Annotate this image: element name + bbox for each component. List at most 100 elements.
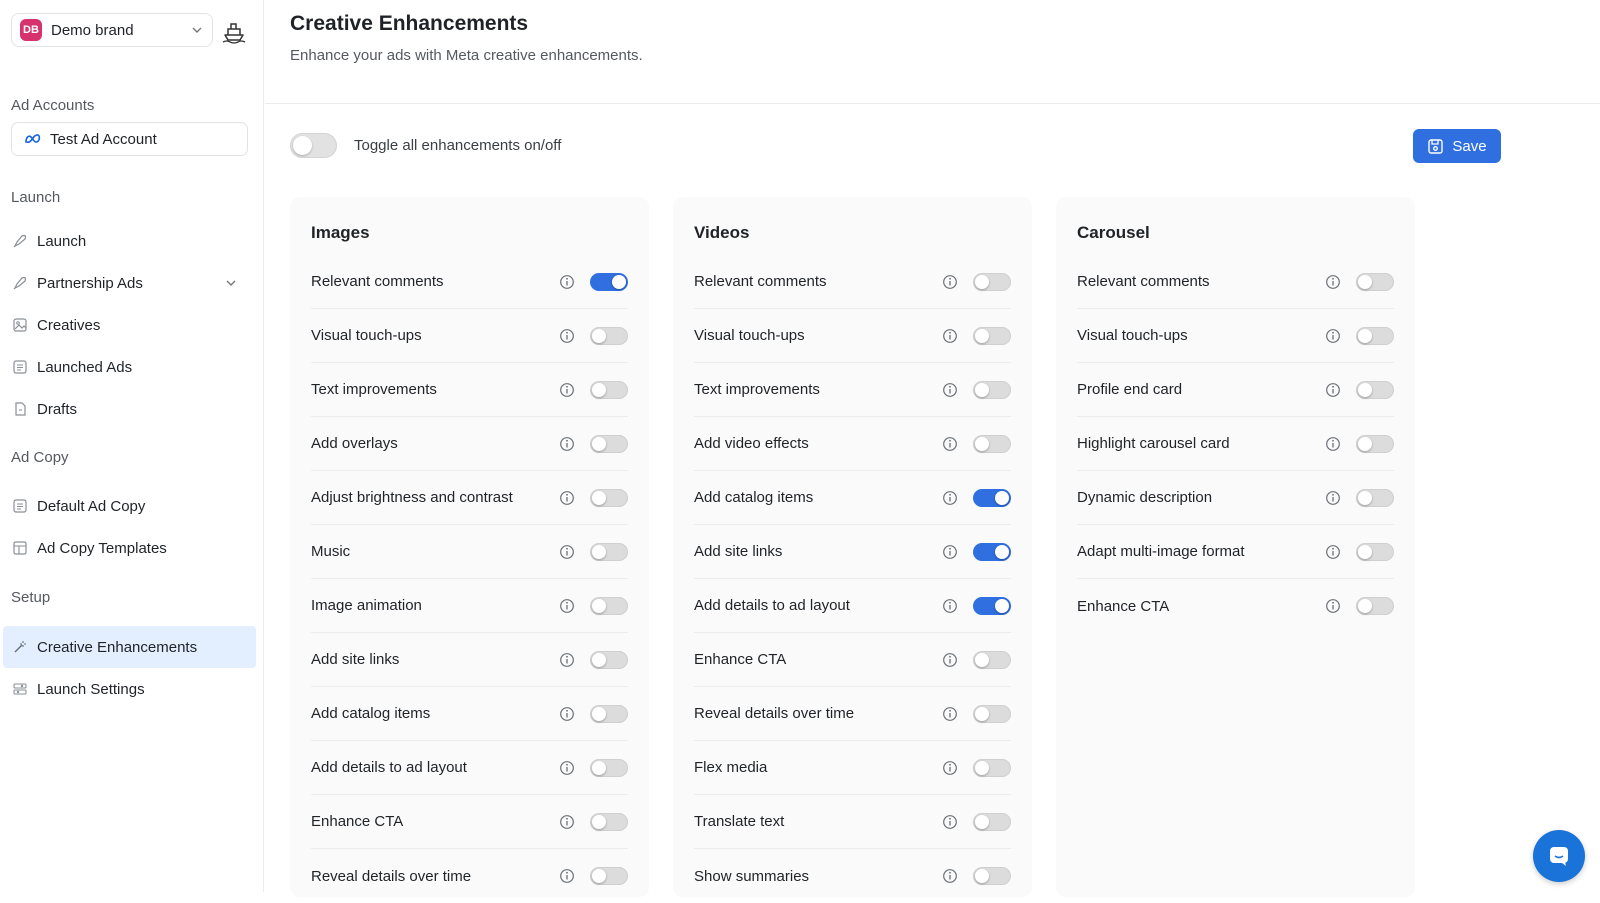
enhancement-toggle[interactable] <box>590 488 628 507</box>
switch-knob <box>975 814 989 829</box>
enhancement-toggle[interactable] <box>973 488 1011 507</box>
enhancement-toggle[interactable] <box>973 596 1011 615</box>
sidebar-item-launched-ads[interactable]: Launched Ads <box>3 346 256 388</box>
enhancement-row-add-site-links: Add site links <box>311 633 628 687</box>
ad-account-selector[interactable]: Test Ad Account <box>11 122 248 156</box>
brand-selector[interactable]: DB Demo brand <box>11 13 213 47</box>
enhancement-toggle[interactable] <box>973 758 1011 777</box>
enhancement-toggle[interactable] <box>590 326 628 345</box>
enhancement-toggle[interactable] <box>1356 434 1394 453</box>
enhancement-row-text-improvements: Text improvements <box>694 363 1011 417</box>
enhancement-toggle[interactable] <box>590 867 628 885</box>
enhancement-toggle[interactable] <box>1356 488 1394 507</box>
info-icon[interactable] <box>942 652 958 668</box>
sidebar-item-drafts[interactable]: Drafts <box>3 388 256 430</box>
panel-title: Images <box>311 223 370 242</box>
enhancement-label: Add overlays <box>311 435 398 452</box>
info-icon[interactable] <box>559 544 575 560</box>
enhancement-toggle[interactable] <box>973 704 1011 723</box>
enhancement-toggle[interactable] <box>590 704 628 723</box>
enhancement-label: Visual touch-ups <box>1077 327 1188 344</box>
info-icon[interactable] <box>559 760 575 776</box>
enhancement-toggle[interactable] <box>590 812 628 831</box>
info-icon[interactable] <box>942 706 958 722</box>
enhancement-row-enhance-cta: Enhance CTA <box>311 795 628 849</box>
enhancement-toggle[interactable] <box>590 542 628 561</box>
toggle-all-switch[interactable] <box>290 133 337 158</box>
enhancement-row-add-site-links: Add site links <box>694 525 1011 579</box>
info-icon[interactable] <box>1325 544 1341 560</box>
enhancement-toggle[interactable] <box>973 434 1011 453</box>
switch-knob <box>1358 382 1372 397</box>
info-icon[interactable] <box>559 436 575 452</box>
info-icon[interactable] <box>559 328 575 344</box>
sidebar-item-label: Creatives <box>37 316 101 334</box>
info-icon[interactable] <box>942 814 958 830</box>
enhancement-toggle[interactable] <box>590 380 628 399</box>
ship-icon[interactable] <box>221 18 247 44</box>
enhancement-toggle[interactable] <box>1356 326 1394 345</box>
enhancement-label: Profile end card <box>1077 381 1183 398</box>
info-icon[interactable] <box>559 652 575 668</box>
switch-knob <box>995 598 1009 613</box>
info-icon[interactable] <box>1325 490 1341 506</box>
sidebar-item-ad-copy-templates[interactable]: Ad Copy Templates <box>3 527 256 569</box>
enhancement-toggle[interactable] <box>973 380 1011 399</box>
enhancement-row-add-catalog-items: Add catalog items <box>311 687 628 741</box>
save-button[interactable]: Save <box>1413 129 1501 163</box>
sidebar-item-creative-enhancements[interactable]: Creative Enhancements <box>3 626 256 668</box>
sidebar-item-partnership-ads[interactable]: Partnership Ads <box>3 262 256 304</box>
info-icon[interactable] <box>559 382 575 398</box>
info-icon[interactable] <box>942 274 958 290</box>
info-icon[interactable] <box>559 490 575 506</box>
enhancement-row-profile-end-card: Profile end card <box>1077 363 1394 417</box>
enhancement-toggle[interactable] <box>1356 380 1394 399</box>
info-icon[interactable] <box>1325 328 1341 344</box>
switch-knob <box>592 869 606 883</box>
enhancement-toggle[interactable] <box>1356 542 1394 561</box>
enhancement-toggle[interactable] <box>590 596 628 615</box>
sidebar-item-label: Creative Enhancements <box>37 638 198 656</box>
info-icon[interactable] <box>942 436 958 452</box>
info-icon[interactable] <box>942 490 958 506</box>
enhancement-toggle[interactable] <box>973 867 1011 885</box>
enhancement-toggle[interactable] <box>973 272 1011 291</box>
enhancement-toggle[interactable] <box>590 434 628 453</box>
info-icon[interactable] <box>1325 274 1341 290</box>
switch-knob <box>592 814 606 829</box>
chevron-down-icon[interactable] <box>224 276 238 290</box>
info-icon[interactable] <box>1325 382 1341 398</box>
enhancement-toggle[interactable] <box>973 650 1011 669</box>
info-icon[interactable] <box>559 274 575 290</box>
enhancement-row-visual-touch-ups: Visual touch-ups <box>694 309 1011 363</box>
chat-launcher-button[interactable] <box>1533 830 1585 882</box>
info-icon[interactable] <box>559 814 575 830</box>
enhancement-toggle[interactable] <box>973 812 1011 831</box>
info-icon[interactable] <box>942 382 958 398</box>
info-icon[interactable] <box>1325 598 1341 614</box>
sidebar-item-creatives[interactable]: Creatives <box>3 304 256 346</box>
info-icon[interactable] <box>942 868 958 884</box>
enhancement-label: Add video effects <box>694 435 809 452</box>
enhancement-toggle[interactable] <box>1356 597 1394 615</box>
info-icon[interactable] <box>1325 436 1341 452</box>
enhancement-toggle[interactable] <box>590 650 628 669</box>
sidebar-item-launch[interactable]: Launch <box>3 220 256 262</box>
info-icon[interactable] <box>559 706 575 722</box>
info-icon[interactable] <box>942 760 958 776</box>
enhancement-toggle[interactable] <box>590 758 628 777</box>
enhancement-toggle[interactable] <box>1356 272 1394 291</box>
sidebar-item-default-ad-copy[interactable]: Default Ad Copy <box>3 485 256 527</box>
enhancement-toggle[interactable] <box>973 326 1011 345</box>
info-icon[interactable] <box>942 328 958 344</box>
enhancement-label: Reveal details over time <box>311 867 472 885</box>
enhancement-toggle[interactable] <box>590 272 628 291</box>
enhancement-row-translate-text: Translate text <box>694 795 1011 849</box>
info-icon[interactable] <box>942 598 958 614</box>
info-icon[interactable] <box>559 598 575 614</box>
enhancement-row-visual-touch-ups: Visual touch-ups <box>1077 309 1394 363</box>
info-icon[interactable] <box>559 868 575 884</box>
sidebar-item-launch-settings[interactable]: Launch Settings <box>3 668 256 710</box>
enhancement-toggle[interactable] <box>973 542 1011 561</box>
info-icon[interactable] <box>942 544 958 560</box>
